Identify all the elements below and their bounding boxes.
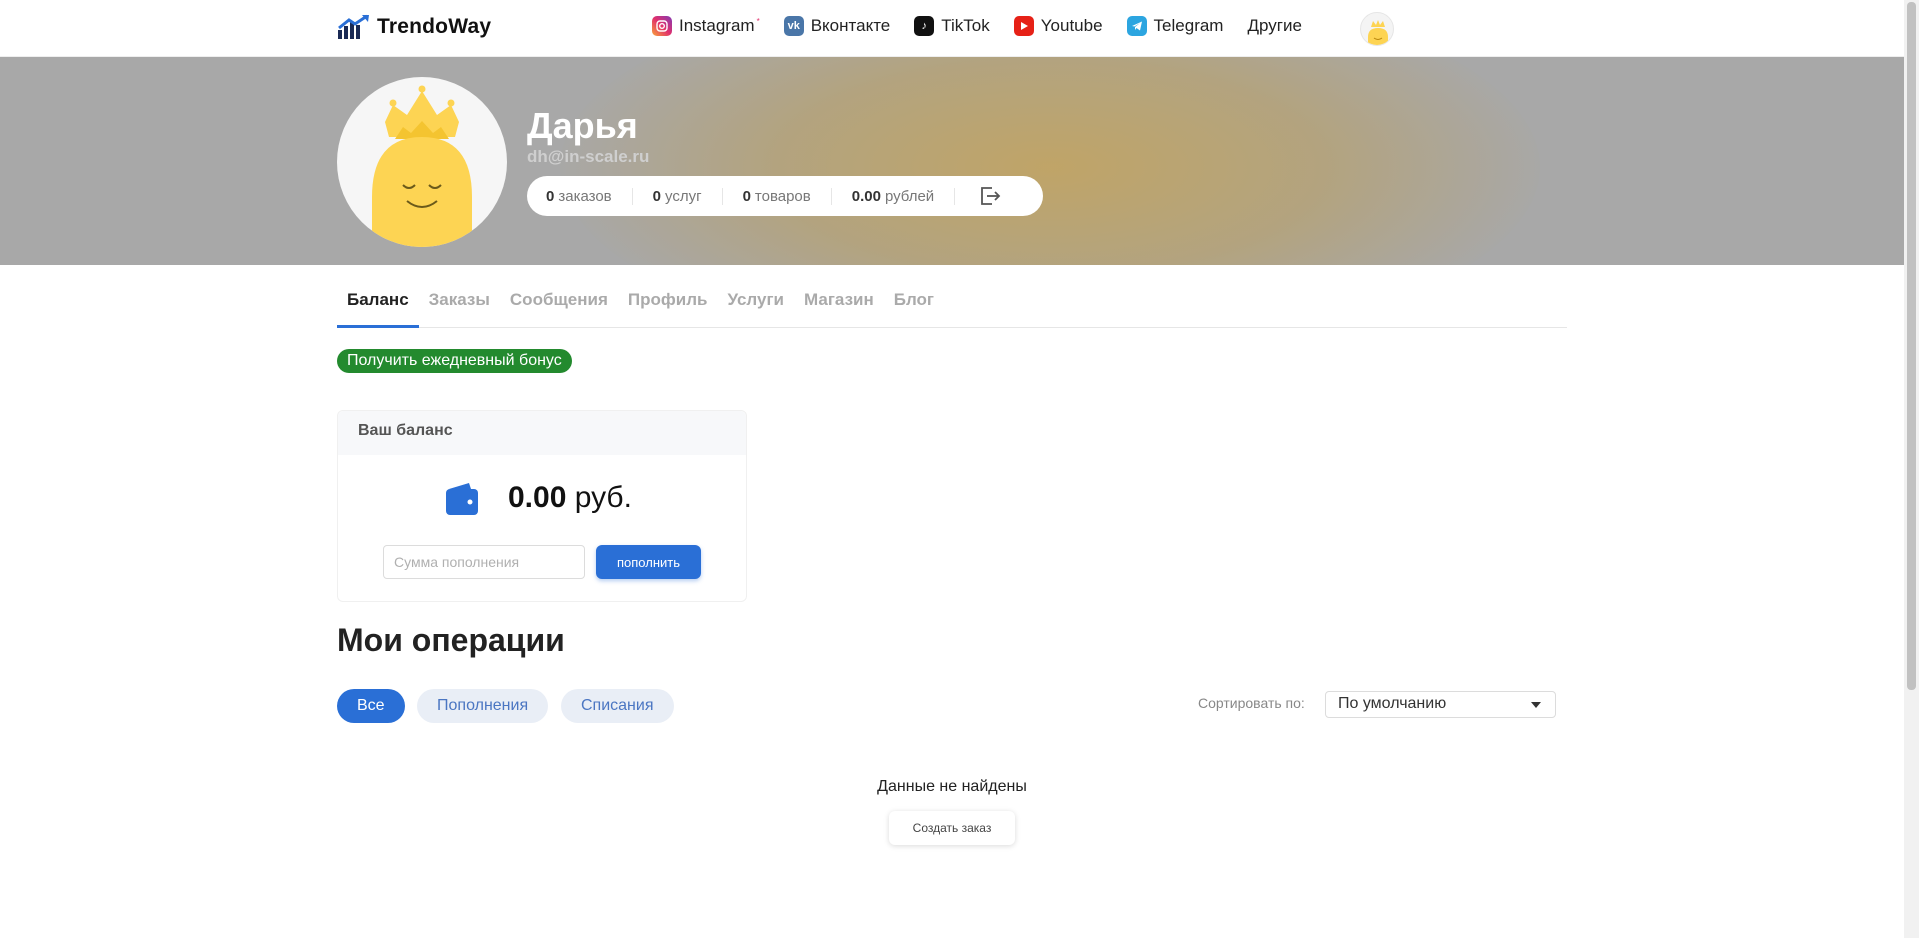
balance-card: Ваш баланс 0.00 руб. пополнить bbox=[337, 410, 747, 602]
balance-card-title: Ваш баланс bbox=[338, 411, 746, 455]
tab-orders[interactable]: Заказы bbox=[419, 286, 500, 328]
nav-others-label: Другие bbox=[1247, 16, 1302, 35]
tiktok-icon: ♪ bbox=[914, 16, 935, 36]
filter-deposits[interactable]: Пополнения bbox=[417, 689, 549, 723]
tab-shop[interactable]: Магазин bbox=[794, 286, 884, 328]
wallet-icon bbox=[446, 483, 478, 515]
logo-chart-icon bbox=[338, 14, 369, 39]
balance-amount: 0.00 руб. bbox=[508, 481, 632, 515]
filter-withdrawals[interactable]: Списания bbox=[561, 689, 674, 723]
chevron-down-icon bbox=[1531, 702, 1541, 708]
stat-orders[interactable]: 0 заказов bbox=[546, 187, 633, 205]
nav-youtube-label: Youtube bbox=[1040, 16, 1103, 35]
nav-telegram[interactable]: Telegram bbox=[1126, 16, 1224, 36]
nav-vkontakte-label: Вконтакте bbox=[810, 16, 891, 35]
stat-goods-label: товаров bbox=[754, 187, 811, 205]
logo[interactable]: TrendoWay bbox=[337, 14, 491, 40]
profile-avatar[interactable] bbox=[337, 77, 507, 247]
nav-instagram[interactable]: Instagram * bbox=[652, 16, 760, 36]
balance-currency: руб. bbox=[574, 481, 632, 514]
stat-money-amount: 0.00 bbox=[851, 187, 881, 205]
sort-label: Сортировать по: bbox=[1198, 695, 1305, 711]
sort-select-value: По умолчанию bbox=[1338, 695, 1447, 712]
tab-balance[interactable]: Баланс bbox=[337, 286, 419, 328]
nav-vkontakte[interactable]: vk Вконтакте bbox=[783, 16, 891, 36]
tab-messages[interactable]: Сообщения bbox=[500, 286, 618, 328]
stat-services[interactable]: 0 услуг bbox=[652, 187, 723, 205]
page: TrendoWay Instagram * vk Вконтакте ♪ Tik… bbox=[0, 0, 1919, 938]
nav-tiktok[interactable]: ♪ TikTok bbox=[914, 16, 990, 36]
page-scrollbar[interactable] bbox=[1904, 0, 1919, 938]
youtube-icon bbox=[1013, 16, 1034, 36]
tab-services[interactable]: Услуги bbox=[717, 286, 794, 328]
hero-background-glow bbox=[560, 57, 1540, 265]
filter-all[interactable]: Все bbox=[337, 689, 405, 723]
stat-money[interactable]: 0.00 рублей bbox=[851, 187, 956, 205]
logo-text: TrendoWay bbox=[377, 15, 492, 38]
empty-state-text: Данные не найдены bbox=[877, 778, 1027, 795]
nav-instagram-sup: * bbox=[756, 16, 760, 26]
user-avatar-button[interactable] bbox=[1360, 12, 1394, 46]
tab-blog[interactable]: Блог bbox=[884, 286, 944, 328]
create-order-button[interactable]: Создать заказ bbox=[889, 811, 1015, 845]
nav-telegram-label: Telegram bbox=[1153, 16, 1224, 35]
profile-name: Дарья bbox=[527, 105, 638, 146]
topup-amount-input[interactable] bbox=[383, 545, 585, 579]
nav-others[interactable]: Другие bbox=[1247, 16, 1301, 36]
stat-orders-count: 0 bbox=[546, 187, 555, 205]
profile-tabs: Баланс Заказы Сообщения Профиль Услуги М… bbox=[337, 286, 1567, 328]
nav-youtube[interactable]: Youtube bbox=[1013, 16, 1103, 36]
profile-hero: Дарья dh@in-scale.ru 0 заказов 0 услуг 0 то… bbox=[0, 57, 1904, 265]
topup-button[interactable]: пополнить bbox=[596, 545, 701, 579]
nav-menu: Instagram * vk Вконтакте ♪ TikTok Youtub… bbox=[652, 16, 1302, 36]
vk-icon: vk bbox=[783, 16, 804, 36]
profile-stats-bar: 0 заказов 0 услуг 0 товаров 0.00 рублей bbox=[527, 176, 1043, 216]
stat-goods[interactable]: 0 товаров bbox=[742, 187, 832, 205]
scrollbar-thumb[interactable] bbox=[1907, 2, 1916, 690]
top-navbar: TrendoWay Instagram * vk Вконтакте ♪ Tik… bbox=[0, 0, 1904, 57]
mascot-icon bbox=[1368, 20, 1388, 45]
stat-goods-count: 0 bbox=[742, 187, 751, 205]
sort-select[interactable]: По умолчанию bbox=[1325, 691, 1556, 718]
tab-profile[interactable]: Профиль bbox=[618, 286, 718, 328]
stat-money-label: рублей bbox=[884, 187, 935, 205]
operations-title: Мои операции bbox=[337, 622, 565, 658]
nav-instagram-label: Instagram bbox=[679, 16, 755, 35]
stat-orders-label: заказов bbox=[558, 187, 612, 205]
stat-services-count: 0 bbox=[652, 187, 661, 205]
stat-services-label: услуг bbox=[665, 187, 702, 205]
instagram-icon bbox=[652, 16, 672, 36]
profile-email: dh@in-scale.ru bbox=[527, 147, 650, 166]
balance-value: 0.00 bbox=[508, 481, 567, 514]
nav-tiktok-label: TikTok bbox=[941, 16, 990, 35]
telegram-icon bbox=[1126, 16, 1147, 36]
daily-bonus-button[interactable]: Получить ежедневный бонус bbox=[337, 349, 572, 373]
mascot-crown-icon bbox=[372, 85, 472, 247]
logout-icon[interactable] bbox=[977, 184, 1003, 208]
